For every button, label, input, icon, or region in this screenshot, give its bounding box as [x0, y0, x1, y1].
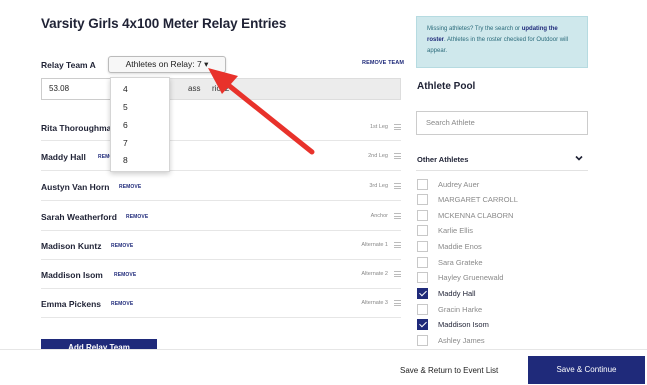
- entry-name: Maddison Isom: [41, 270, 103, 280]
- row-divider: [41, 200, 401, 201]
- remove-athlete-button[interactable]: REMOVE: [119, 184, 141, 190]
- athlete-name: Ashley James: [438, 336, 485, 345]
- entry-leg: 2nd Leg: [368, 153, 388, 159]
- athlete-name: MCKENNA CLABORN: [438, 211, 514, 220]
- save-continue-button[interactable]: Save & Continue: [528, 356, 645, 384]
- athlete-name: Maddie Enos: [438, 242, 482, 251]
- row-divider: [41, 170, 401, 171]
- row-divider: [41, 230, 401, 231]
- menu-option[interactable]: 8: [123, 155, 128, 165]
- remove-athlete-button[interactable]: REMOVE: [114, 272, 136, 278]
- athlete-checkbox[interactable]: [417, 241, 428, 252]
- athlete-checkbox[interactable]: [417, 272, 428, 283]
- drag-handle-icon[interactable]: [394, 183, 401, 189]
- athlete-count-menu: 4 5 6 7 8: [110, 77, 170, 172]
- entry-name: Sarah Weatherford: [41, 212, 117, 222]
- athlete-checkbox-checked[interactable]: [417, 319, 428, 330]
- remove-athlete-button[interactable]: REMOVE: [111, 301, 133, 307]
- athlete-name: Maddison Isom: [438, 320, 489, 329]
- athlete-checkbox[interactable]: [417, 304, 428, 315]
- athlete-checkbox[interactable]: [417, 179, 428, 190]
- entry-leg: Alternate 2: [361, 271, 388, 277]
- class-field-fragment-2: rict 2: [212, 84, 230, 93]
- entry-leg: Anchor: [370, 213, 388, 219]
- row-divider: [41, 288, 401, 289]
- entry-leg: 1st Leg: [369, 124, 388, 130]
- class-field-fragment-1: ass: [188, 84, 201, 93]
- menu-option[interactable]: 5: [123, 102, 128, 112]
- row-divider: [41, 140, 401, 141]
- remove-team-button[interactable]: REMOVE TEAM: [362, 60, 404, 66]
- entry-leg: Alternate 3: [361, 300, 388, 306]
- menu-option[interactable]: 4: [123, 84, 128, 94]
- athlete-name: Hayley Gruenewald: [438, 273, 504, 282]
- athlete-name: Maddy Hall: [438, 289, 476, 298]
- missing-athletes-notice: Missing athletes? Try the search or upda…: [416, 16, 588, 68]
- remove-athlete-button[interactable]: REMOVE: [111, 243, 133, 249]
- entry-leg: Alternate 1: [361, 242, 388, 248]
- athlete-name: Sara Grateke: [438, 258, 483, 267]
- relay-team-label: Relay Team A: [41, 60, 96, 70]
- athlete-checkbox-checked[interactable]: [417, 288, 428, 299]
- drag-handle-icon[interactable]: [394, 271, 401, 277]
- save-return-button[interactable]: Save & Return to Event List: [400, 366, 498, 375]
- menu-option[interactable]: 7: [123, 138, 128, 148]
- notice-text: . Athletes in the roster checked for Out…: [427, 37, 569, 54]
- athlete-checkbox[interactable]: [417, 335, 428, 346]
- athlete-checkbox[interactable]: [417, 225, 428, 236]
- annotation-arrow-icon: [208, 68, 315, 155]
- drag-handle-icon[interactable]: [394, 242, 401, 248]
- entry-name: Austyn Van Horn: [41, 182, 110, 192]
- row-divider: [41, 259, 401, 260]
- entry-name: Maddy Hall: [41, 152, 86, 162]
- entry-name: Madison Kuntz: [41, 241, 102, 251]
- search-athlete-input[interactable]: Search Athlete: [416, 111, 588, 135]
- other-athletes-label[interactable]: Other Athletes: [417, 155, 468, 164]
- entry-name: Emma Pickens: [41, 299, 102, 309]
- chevron-down-icon[interactable]: [575, 154, 583, 162]
- drag-handle-icon[interactable]: [394, 213, 401, 219]
- page-title: Varsity Girls 4x100 Meter Relay Entries: [41, 16, 287, 31]
- relay-time-input[interactable]: 53.08: [41, 78, 111, 100]
- athlete-name: MARGARET CARROLL: [438, 195, 518, 204]
- entry-name: Rita Thoroughmar: [41, 123, 115, 133]
- remove-athlete-button[interactable]: REMOVE: [126, 214, 148, 220]
- athlete-pool-title: Athlete Pool: [417, 81, 476, 92]
- athlete-checkbox[interactable]: [417, 210, 428, 221]
- pool-divider: [416, 170, 588, 171]
- menu-option[interactable]: 6: [123, 120, 128, 130]
- athlete-checkbox[interactable]: [417, 194, 428, 205]
- drag-handle-icon[interactable]: [394, 153, 401, 159]
- athlete-name: Gracin Harke: [438, 305, 483, 314]
- drag-handle-icon[interactable]: [394, 124, 401, 130]
- drag-handle-icon[interactable]: [394, 300, 401, 306]
- entry-leg: 3rd Leg: [369, 183, 388, 189]
- athletes-on-relay-dropdown[interactable]: Athletes on Relay: 7 ▾: [108, 56, 226, 73]
- athlete-name: Audrey Auer: [438, 180, 480, 189]
- relay-entries-page: Varsity Girls 4x100 Meter Relay Entries …: [0, 0, 647, 385]
- notice-text: Missing athletes? Try the search or: [427, 26, 522, 32]
- row-divider: [41, 317, 401, 318]
- athlete-name: Karlie Ellis: [438, 226, 474, 235]
- athlete-checkbox[interactable]: [417, 257, 428, 268]
